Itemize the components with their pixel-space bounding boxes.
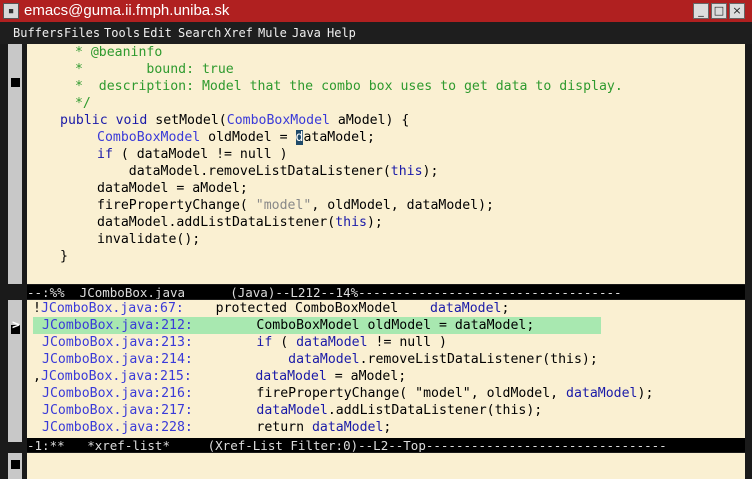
menu-search[interactable]: Search [178,26,221,40]
right-border [745,453,752,479]
code-line: dataModel.removeListDataListener(this); [97,164,439,179]
title-bar: ▪ emacs@guma.ii.fmph.uniba.sk _ □ × [0,0,752,22]
window-title: emacs@guma.ii.fmph.uniba.sk [24,2,230,19]
code-line: * description: Model that the combo box … [67,79,623,94]
menu-edit[interactable]: Edit [143,26,172,40]
xref-row[interactable]: !JComboBox.java:67: protected ComboBoxMo… [33,300,509,317]
xref-row[interactable]: JComboBox.java:228: return dataModel; [42,419,391,436]
minimize-button[interactable]: _ [693,3,709,19]
code-line: public void setModel(ComboBoxModel aMode… [60,113,410,128]
menu-files[interactable]: Files [64,26,100,40]
xref-row[interactable]: JComboBox.java:214: dataModel.removeList… [42,351,598,368]
editor-pane-java[interactable]: * @beaninfo * bound: true * description:… [27,44,745,284]
menu-buffers[interactable]: Buffers [13,26,64,40]
code-line: ComboBoxModel oldModel = dataModel; [97,130,375,145]
scrollbar-thumb[interactable] [11,78,20,87]
scrollbar-top[interactable] [8,44,22,284]
minibuffer-fringe [0,453,27,479]
menu-mule[interactable]: Mule [258,26,287,40]
code-line: */ [67,96,91,111]
current-line-marker: > [12,318,20,333]
xref-list-pane[interactable]: !JComboBox.java:67: protected ComboBoxMo… [27,300,745,438]
xref-row[interactable]: JComboBox.java:213: if ( dataModel != nu… [42,334,447,351]
code-line: invalidate(); [97,232,201,247]
code-line: } [60,249,68,264]
xref-row[interactable]: ,JComboBox.java:215: dataModel = aModel; [33,368,406,385]
code-line: dataModel.addListDataListener(this); [97,215,383,230]
code-line: dataModel = aModel; [97,181,248,196]
xref-row[interactable]: JComboBox.java:217: dataModel.addListDat… [42,402,542,419]
window-menu-icon[interactable]: ▪ [3,3,19,19]
code-line: if ( dataModel != null ) [97,147,288,162]
close-button[interactable]: × [729,3,745,19]
menu-tools[interactable]: Tools [104,26,140,40]
minibuffer[interactable] [0,453,752,479]
xref-row-current[interactable]: JComboBox.java:212: ComboBoxModel oldMod… [42,317,534,334]
menu-java[interactable]: Java [292,26,321,40]
menu-help[interactable]: Help [327,26,356,40]
mode-line-xref[interactable]: -1:** *xref-list* (Xref-List Filter:0)--… [27,438,745,452]
maximize-button[interactable]: □ [711,3,727,19]
code-line: * @beaninfo [67,45,163,60]
xref-row[interactable]: JComboBox.java:216: firePropertyChange( … [42,385,653,402]
code-line: firePropertyChange( "model", oldModel, d… [97,198,494,213]
minibuffer-scrollbar[interactable] [8,453,22,479]
code-line: * bound: true [67,62,234,77]
menu-bar: Buffers Files Tools Edit Search Xref Mul… [0,22,752,44]
scrollbar-thumb[interactable] [11,460,20,469]
menu-xref[interactable]: Xref [224,26,253,40]
mode-line-java[interactable]: --:%% JComboBox.java (Java)--L212--14%--… [27,285,745,299]
